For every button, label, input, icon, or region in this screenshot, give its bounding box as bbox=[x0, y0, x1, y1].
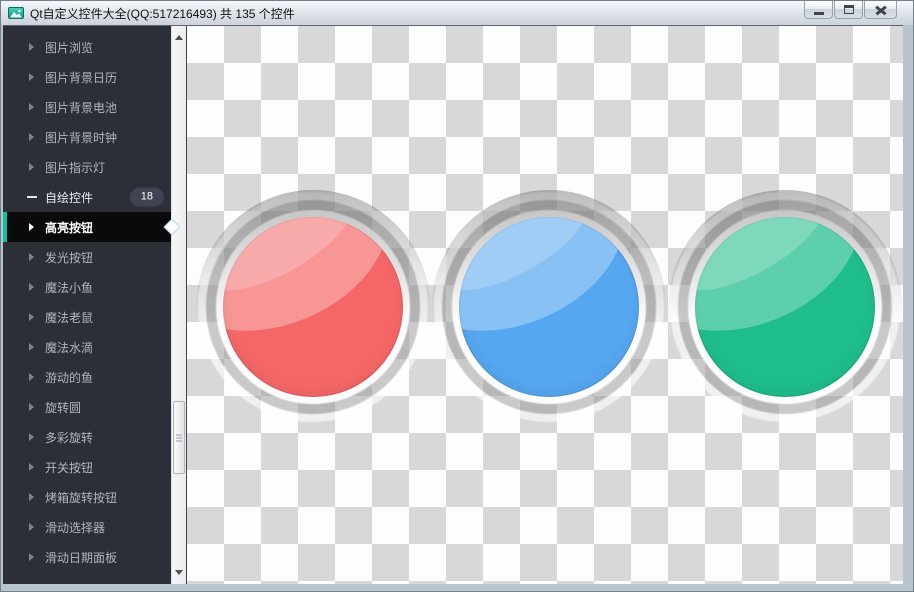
chevron-right-icon bbox=[29, 283, 34, 291]
chevron-right-icon bbox=[29, 433, 34, 441]
close-icon bbox=[875, 5, 887, 15]
chevron-right-icon bbox=[29, 163, 34, 171]
sidebar-item-高亮按钮[interactable]: 高亮按钮 bbox=[3, 212, 181, 242]
chevron-right-icon bbox=[29, 493, 34, 501]
sidebar-item-label: 旋转圆 bbox=[45, 400, 82, 415]
sidebar-item-多彩旋转[interactable]: 多彩旋转 bbox=[3, 422, 171, 452]
sidebar-item-魔法水滴[interactable]: 魔法水滴 bbox=[3, 332, 171, 362]
sidebar-item-label: 烤箱旋转按钮 bbox=[45, 490, 118, 505]
chevron-right-icon bbox=[29, 373, 34, 381]
sidebar-item-魔法老鼠[interactable]: 魔法老鼠 bbox=[3, 302, 171, 332]
window-controls bbox=[804, 1, 897, 19]
sidebar: 图片浏览图片背景日历 图片背景电池 图片背景时钟 图片指示灯自绘控件 18 高亮按钮发光按… bbox=[3, 26, 181, 584]
sidebar-item-label: 魔法老鼠 bbox=[45, 310, 94, 325]
green-light-button[interactable] bbox=[668, 190, 902, 424]
sidebar-item-label: 图片浏览 bbox=[45, 40, 94, 55]
sidebar-item-label: 图片背景时钟 bbox=[45, 130, 118, 145]
chevron-right-icon bbox=[29, 403, 34, 411]
minimize-icon bbox=[813, 11, 824, 15]
sidebar-item-旋转圆[interactable]: 旋转圆 bbox=[3, 392, 171, 422]
sidebar-item-label: 游动的鱼 bbox=[45, 370, 94, 385]
chevron-right-icon bbox=[29, 223, 34, 231]
preview-canvas bbox=[186, 26, 903, 584]
sidebar-item-图片背景时钟[interactable]: 图片背景时钟 bbox=[3, 122, 171, 152]
sidebar-item-label: 滑动选择器 bbox=[45, 520, 106, 535]
scroll-up-arrow-icon[interactable] bbox=[175, 35, 183, 40]
scroll-down-arrow-icon[interactable] bbox=[175, 570, 183, 575]
blue-light-button[interactable] bbox=[432, 190, 666, 424]
chevron-right-icon bbox=[29, 343, 34, 351]
button-glass bbox=[459, 217, 639, 397]
sidebar-item-label: 魔法水滴 bbox=[45, 340, 94, 355]
sidebar-item-label: 多彩旋转 bbox=[45, 430, 94, 445]
sidebar-item-图片背景电池[interactable]: 图片背景电池 bbox=[3, 92, 171, 122]
app-window: Qt自定义控件大全(QQ:517216493) 共 135 个控件 图片浏览 图片… bbox=[0, 0, 914, 592]
button-glass bbox=[223, 217, 403, 397]
sidebar-item-图片背景日历[interactable]: 图片背景日历 bbox=[3, 62, 171, 92]
close-button[interactable] bbox=[864, 1, 897, 19]
red-light-button[interactable] bbox=[196, 190, 430, 424]
sidebar-item-烤箱旋转按钮[interactable]: 烤箱旋转按钮 bbox=[3, 482, 171, 512]
sidebar-item-label: 开关按钮 bbox=[45, 460, 94, 475]
sidebar-item-发光按钮[interactable]: 发光按钮 bbox=[3, 242, 171, 272]
sidebar-item-label: 图片指示灯 bbox=[45, 160, 106, 175]
sidebar-item-label: 自绘控件 bbox=[45, 190, 94, 205]
client-area: 图片浏览图片背景日历 图片背景电池 图片背景时钟 图片指示灯自绘控件 18 高亮按钮发光按… bbox=[3, 25, 903, 584]
chevron-right-icon bbox=[29, 133, 34, 141]
sidebar-item-图片浏览[interactable]: 图片浏览 bbox=[3, 32, 171, 62]
chevron-right-icon bbox=[29, 553, 34, 561]
app-icon bbox=[8, 7, 24, 19]
sidebar-item-label: 高亮按钮 bbox=[45, 220, 94, 235]
sidebar-item-label: 魔法小鱼 bbox=[45, 280, 94, 295]
scrollbar-thumb[interactable] bbox=[173, 401, 185, 474]
maximize-button[interactable] bbox=[834, 1, 863, 19]
count-badge: 18 bbox=[129, 187, 164, 207]
chevron-right-icon bbox=[29, 103, 34, 111]
sidebar-item-游动的鱼[interactable]: 游动的鱼 bbox=[3, 362, 171, 392]
chevron-right-icon bbox=[29, 523, 34, 531]
chevron-right-icon bbox=[29, 43, 34, 51]
sidebar-item-图片指示灯[interactable]: 图片指示灯 bbox=[3, 152, 171, 182]
minimize-button[interactable] bbox=[804, 1, 833, 19]
chevron-right-icon bbox=[29, 253, 34, 261]
button-glass bbox=[695, 217, 875, 397]
sidebar-item-label: 图片背景电池 bbox=[45, 100, 118, 115]
minus-icon bbox=[27, 196, 37, 198]
sidebar-item-魔法小鱼[interactable]: 魔法小鱼 bbox=[3, 272, 171, 302]
sidebar-scrollbar[interactable] bbox=[171, 26, 186, 584]
maximize-icon bbox=[843, 5, 854, 14]
chevron-right-icon bbox=[29, 313, 34, 321]
sidebar-item-开关按钮[interactable]: 开关按钮 bbox=[3, 452, 171, 482]
sidebar-item-自绘控件[interactable]: 自绘控件 18 bbox=[3, 182, 171, 212]
sidebar-item-滑动选择器[interactable]: 滑动选择器 bbox=[3, 512, 171, 542]
window-title: Qt自定义控件大全(QQ:517216493) 共 135 个控件 bbox=[30, 6, 295, 21]
sidebar-item-label: 图片背景日历 bbox=[45, 70, 118, 85]
chevron-right-icon bbox=[29, 73, 34, 81]
title-bar[interactable]: Qt自定义控件大全(QQ:517216493) 共 135 个控件 bbox=[1, 1, 913, 25]
sidebar-item-滑动日期面板[interactable]: 滑动日期面板 bbox=[3, 542, 171, 572]
sidebar-item-label: 滑动日期面板 bbox=[45, 550, 118, 565]
chevron-right-icon bbox=[29, 463, 34, 471]
sidebar-item-label: 发光按钮 bbox=[45, 250, 94, 265]
